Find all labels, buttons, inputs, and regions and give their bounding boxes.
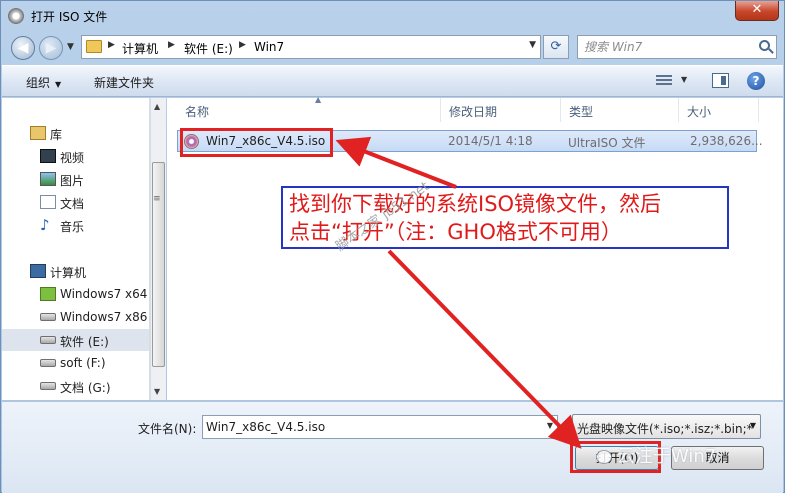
nav-item-label: 计算机	[50, 266, 87, 280]
breadcrumb-drive-e[interactable]: 软件 (E:)	[184, 40, 233, 57]
help-icon[interactable]: ?	[747, 72, 765, 90]
organize-label: 组织	[26, 76, 51, 90]
wechat-icon	[596, 450, 612, 464]
os-drive-icon	[40, 287, 56, 301]
column-header-modified[interactable]: 修改日期	[441, 98, 561, 122]
file-size: 2,938,626...	[690, 134, 763, 148]
nav-item-label: 软件 (E:)	[60, 335, 109, 349]
search-box[interactable]	[577, 35, 777, 59]
open-iso-dialog: 打开 ISO 文件 ✕ ◀ ▶ ▼ ▶ 计算机 ▶ 软件 (E:) ▶ Win7…	[0, 0, 785, 493]
breadcrumb-computer[interactable]: 计算机	[122, 40, 158, 57]
view-options-icon[interactable]	[656, 75, 672, 87]
nav-item-label: 图片	[60, 174, 85, 188]
file-type: UltraISO 文件	[568, 136, 646, 150]
nav-item-label: 音乐	[60, 220, 85, 234]
chevron-down-icon: ▼	[749, 421, 756, 430]
grip-icon: ≡	[153, 194, 161, 204]
address-bar[interactable]: ▶ 计算机 ▶ 软件 (E:) ▶ Win7 ▼	[81, 35, 541, 59]
library-icon	[30, 126, 46, 140]
column-header-label: 名称	[185, 105, 210, 119]
nav-item-pictures[interactable]: 图片	[2, 168, 149, 190]
chevron-right-icon[interactable]: ▶	[168, 40, 175, 50]
navigation-pane: 库 视频 图片 文档 ♪ 音乐 计算机 Windows7 x64 Windows	[2, 98, 150, 400]
wechat-watermark: 云注于Win7	[596, 442, 716, 468]
file-highlight-box	[180, 128, 333, 157]
filename-input[interactable]	[206, 419, 536, 435]
drive-icon	[40, 382, 56, 390]
filename-label: 文件名(N):	[138, 422, 197, 436]
nav-item-windows7-x64[interactable]: Windows7 x64	[2, 283, 149, 305]
nav-scrollbar[interactable]: ▲ ≡ ▼	[150, 98, 166, 400]
chevron-right-icon[interactable]: ▶	[239, 40, 246, 50]
filetype-select[interactable]: 光盘映像文件(*.iso;*.isz;*.bin;* ▼	[572, 414, 761, 439]
chevron-down-icon[interactable]: ▼	[547, 421, 553, 430]
filename-combobox[interactable]: ▼	[202, 415, 558, 439]
drive-icon	[40, 336, 56, 344]
refresh-icon: ⟳	[550, 39, 562, 54]
drive-icon	[40, 313, 56, 321]
nav-item-documents[interactable]: 文档	[2, 191, 149, 213]
nav-item-label: 文档 (G:)	[60, 381, 111, 395]
back-button[interactable]: ◀	[11, 36, 35, 60]
scroll-down-icon[interactable]: ▼	[154, 387, 160, 396]
music-icon: ♪	[40, 216, 50, 234]
nav-item-library[interactable]: 库	[2, 122, 149, 144]
chevron-down-icon[interactable]: ▼	[529, 40, 536, 50]
nav-item-music[interactable]: ♪ 音乐	[2, 214, 149, 236]
close-button[interactable]: ✕	[735, 1, 779, 21]
refresh-button[interactable]: ⟳	[543, 35, 569, 59]
scrollbar-thumb[interactable]	[152, 162, 165, 367]
nav-item-label: Windows7 x64	[60, 287, 148, 301]
toolbar: 组织 ▼ 新建文件夹 ▼ ?	[2, 65, 783, 97]
preview-pane-icon[interactable]	[712, 73, 729, 88]
forward-button[interactable]: ▶	[39, 36, 63, 60]
search-input[interactable]	[584, 39, 744, 55]
nav-item-windows7-x86[interactable]: Windows7 x86	[2, 306, 149, 328]
nav-item-drive-g[interactable]: 文档 (G:)	[2, 375, 149, 397]
breadcrumb-win7[interactable]: Win7	[254, 40, 284, 54]
window-title: 打开 ISO 文件	[31, 10, 108, 24]
title-bar: 打开 ISO 文件 ✕	[1, 1, 784, 31]
search-icon[interactable]	[759, 40, 770, 51]
wechat-watermark-text: 云注于Win7	[617, 446, 717, 467]
nav-item-label: 视频	[60, 151, 85, 165]
chevron-right-icon[interactable]: ▶	[108, 40, 115, 50]
column-header-name[interactable]: 名称 ▲	[177, 95, 441, 122]
nav-item-label: Windows7 x86	[60, 310, 148, 324]
chevron-down-icon: ▼	[55, 80, 62, 89]
nav-item-label: 库	[50, 128, 63, 142]
nav-item-drive-e[interactable]: 软件 (E:)	[2, 329, 149, 351]
forward-arrow-icon: ▶	[45, 40, 57, 56]
column-header-size[interactable]: 大小	[679, 98, 759, 122]
sort-ascending-icon: ▲	[315, 95, 322, 104]
nav-item-computer[interactable]: 计算机	[2, 260, 149, 282]
nav-item-label: 文档	[60, 197, 85, 211]
new-folder-button[interactable]: 新建文件夹	[94, 74, 154, 91]
filetype-value: 光盘映像文件(*.iso;*.isz;*.bin;*	[577, 422, 753, 436]
documents-icon	[40, 195, 56, 209]
pictures-icon	[40, 172, 56, 186]
video-icon	[40, 149, 56, 163]
nav-item-drive-f[interactable]: soft (F:)	[2, 352, 149, 374]
file-modified: 2014/5/1 4:18	[448, 134, 533, 148]
ultraiso-app-icon	[8, 8, 24, 24]
column-header-type[interactable]: 类型	[561, 98, 679, 122]
nav-item-videos[interactable]: 视频	[2, 145, 149, 167]
scroll-up-icon[interactable]: ▲	[154, 102, 160, 111]
chevron-down-icon[interactable]: ▼	[681, 75, 687, 84]
folder-icon	[86, 40, 102, 53]
history-dropdown-icon[interactable]: ▼	[67, 42, 74, 52]
computer-icon	[30, 264, 46, 278]
organize-button[interactable]: 组织 ▼	[26, 74, 61, 91]
instruction-line-1: 找到你下载好的系统ISO镜像文件，然后	[289, 192, 662, 216]
back-arrow-icon: ◀	[17, 40, 29, 56]
drive-icon	[40, 359, 56, 367]
nav-item-label: soft (F:)	[60, 356, 106, 370]
